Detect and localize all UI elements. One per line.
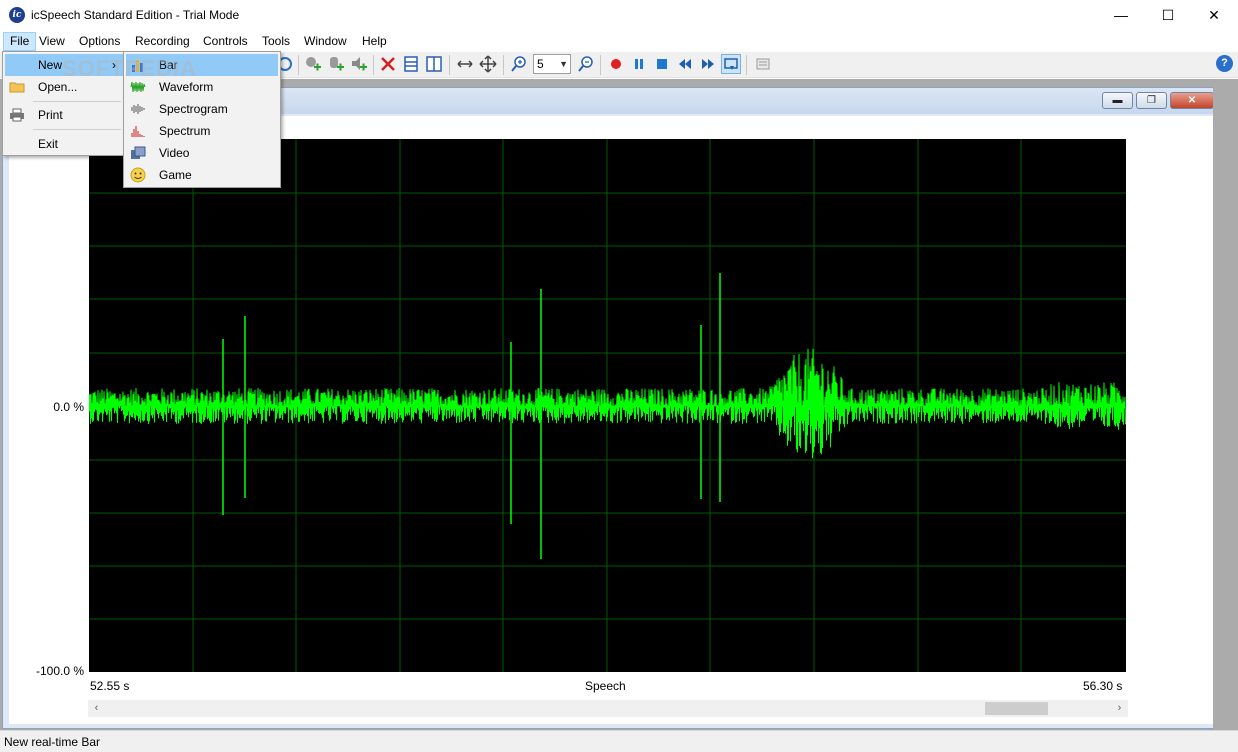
toolbar-separator (746, 55, 747, 75)
zoom-level-select[interactable]: 5 ▼ (533, 54, 571, 74)
new-submenu-spectrum-label: Spectrum (159, 124, 211, 138)
bar-chart-icon (132, 60, 143, 72)
new-submenu-video[interactable]: Video (126, 142, 278, 164)
new-submenu-bar-label: Bar (159, 58, 178, 72)
spectrogram-icon (131, 104, 145, 114)
toolbar-separator (298, 55, 299, 75)
menu-window[interactable]: Window (298, 32, 353, 51)
window-title: icSpeech Standard Edition - Trial Mode (31, 8, 240, 22)
menu-bar: File View Options Recording Controls Too… (0, 31, 1238, 51)
loop-playback-icon[interactable] (721, 54, 741, 74)
split-horizontal-icon[interactable] (402, 55, 420, 73)
file-menu-open[interactable]: Open... (5, 76, 123, 98)
new-submenu-spectrum[interactable]: Spectrum (126, 120, 278, 142)
rewind-icon[interactable] (676, 55, 694, 73)
waveform-plot[interactable] (89, 139, 1126, 672)
file-menu-dropdown: New › Open... Print Exit (2, 51, 126, 156)
new-submenu: Bar Waveform Spectrogram Spectrum Video … (123, 51, 281, 188)
add-speaker-icon[interactable] (350, 55, 368, 73)
scroll-right-arrow-icon[interactable]: › (1111, 700, 1128, 717)
file-menu-print-label: Print (38, 108, 63, 122)
child-minimize-button[interactable]: ▬ (1102, 92, 1133, 109)
new-submenu-video-label: Video (159, 146, 190, 160)
menu-file[interactable]: File (3, 32, 37, 51)
new-submenu-bar[interactable]: Bar (126, 54, 278, 76)
title-bar: ic icSpeech Standard Edition - Trial Mod… (0, 0, 1238, 31)
scroll-left-arrow-icon[interactable]: ‹ (88, 700, 105, 717)
menu-separator (33, 129, 121, 130)
split-vertical-icon[interactable] (425, 55, 443, 73)
maximize-button[interactable]: ☐ (1145, 0, 1191, 31)
file-menu-print[interactable]: Print (5, 104, 123, 126)
submenu-arrow-icon: › (112, 58, 116, 72)
zoom-out-icon[interactable] (577, 55, 595, 73)
help-icon[interactable]: ? (1216, 55, 1233, 72)
new-submenu-game[interactable]: Game (126, 164, 278, 186)
toolbar-separator (449, 55, 450, 75)
x-axis-start-label: 52.55 s (90, 679, 130, 693)
minimize-button[interactable]: — (1098, 0, 1144, 31)
new-submenu-waveform[interactable]: Waveform (126, 76, 278, 98)
chevron-down-icon: ▼ (559, 59, 568, 69)
video-icon (131, 146, 146, 159)
status-text: New real-time Bar (4, 735, 101, 749)
menu-options[interactable]: Options (73, 32, 126, 51)
file-menu-exit[interactable]: Exit (5, 133, 123, 155)
fast-forward-icon[interactable] (699, 55, 717, 73)
add-source-icon[interactable] (327, 55, 345, 73)
pause-icon[interactable] (630, 55, 648, 73)
toolbar-separator (600, 55, 601, 75)
waveform-canvas (89, 139, 1126, 672)
waveform-icon (130, 81, 146, 93)
menu-view[interactable]: View (33, 32, 71, 51)
document-icon[interactable] (754, 55, 772, 73)
zoom-in-icon[interactable] (510, 55, 528, 73)
printer-icon (10, 108, 24, 122)
record-icon[interactable] (607, 55, 625, 73)
file-menu-open-label: Open... (38, 80, 78, 94)
new-submenu-spectrogram-label: Spectrogram (159, 102, 228, 116)
new-submenu-spectrogram[interactable]: Spectrogram (126, 98, 278, 120)
child-close-button[interactable]: ✕ (1170, 92, 1214, 109)
smiley-icon (130, 167, 146, 183)
file-menu-new-label: New (38, 58, 63, 72)
zoom-level-value: 5 (537, 57, 544, 71)
mdi-vertical-scrollbar[interactable] (1213, 79, 1238, 730)
folder-icon (9, 82, 25, 93)
x-axis-title: Speech (585, 679, 626, 693)
add-microphone-icon[interactable] (304, 55, 322, 73)
menu-separator (33, 101, 121, 102)
fit-width-icon[interactable] (456, 55, 474, 73)
status-bar: New real-time Bar (0, 730, 1238, 752)
x-axis-end-label: 56.30 s (1083, 679, 1123, 693)
file-menu-new[interactable]: New › (5, 54, 123, 76)
toolbar-separator (503, 55, 504, 75)
new-submenu-waveform-label: Waveform (159, 80, 214, 94)
y-axis-bottom-label: -100.0 % (35, 664, 84, 678)
child-restore-button[interactable]: ❐ (1136, 92, 1167, 109)
new-submenu-game-label: Game (159, 168, 192, 182)
horizontal-scrollbar[interactable]: ‹ › (88, 700, 1128, 717)
menu-help[interactable]: Help (356, 32, 393, 51)
y-axis-mid-label: 0.0 % (53, 400, 84, 414)
close-button[interactable]: ✕ (1191, 0, 1237, 31)
menu-recording[interactable]: Recording (129, 32, 196, 51)
move-icon[interactable] (479, 55, 497, 73)
app-icon: ic (9, 7, 25, 23)
stop-icon[interactable] (653, 55, 671, 73)
menu-tools[interactable]: Tools (256, 32, 296, 51)
spectrum-icon (131, 126, 145, 137)
scrollbar-thumb[interactable] (985, 702, 1048, 715)
menu-controls[interactable]: Controls (197, 32, 254, 51)
toolbar-separator (373, 55, 374, 75)
file-menu-exit-label: Exit (38, 137, 59, 151)
delete-icon[interactable] (379, 55, 397, 73)
